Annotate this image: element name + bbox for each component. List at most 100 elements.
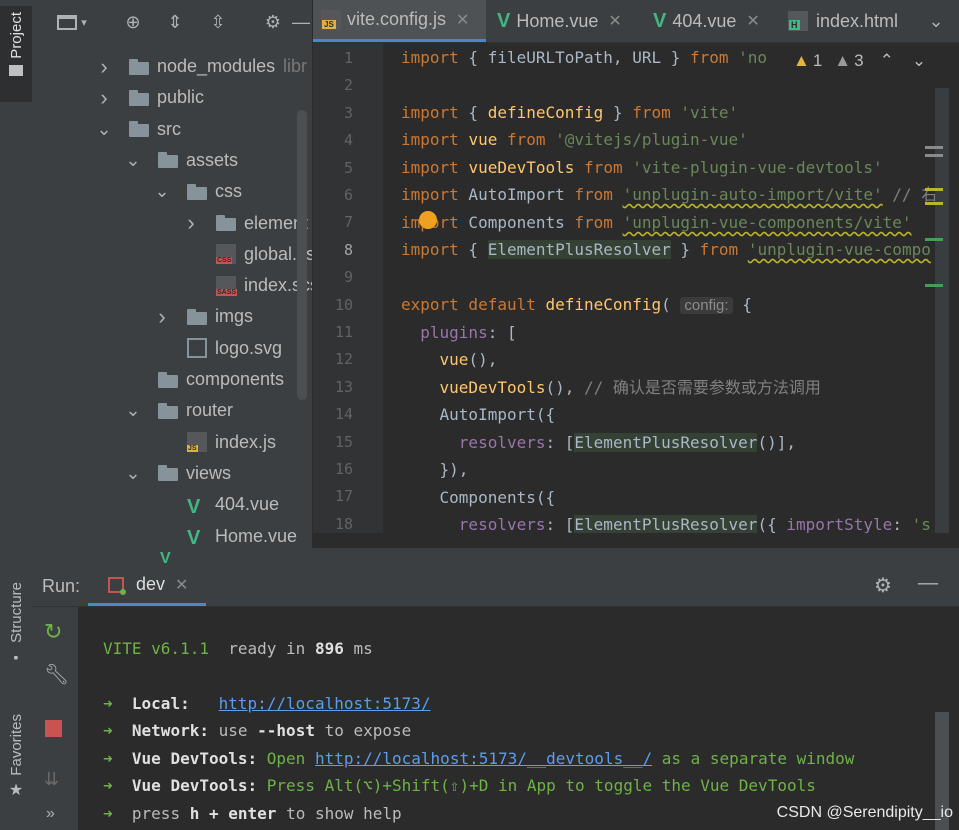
close-icon[interactable]: ✕ bbox=[175, 575, 188, 595]
tree-row-label: src bbox=[157, 118, 181, 139]
error-stripe-mark[interactable] bbox=[925, 188, 943, 191]
project-toolbar: ▾ ⊕ ⇕ ⇳ ⚙ — bbox=[32, 0, 312, 47]
js-file-icon: JS bbox=[321, 9, 341, 30]
wrench-icon[interactable]: 🔧︎ bbox=[44, 662, 69, 687]
panel-splitter[interactable]: V bbox=[32, 548, 959, 567]
tree-row-components[interactable]: components bbox=[32, 364, 312, 395]
more-icon[interactable]: » bbox=[46, 805, 55, 823]
code-line-16: }), bbox=[401, 460, 469, 479]
run-console[interactable]: VITE v6.1.1 ready in 896 ms ➜ Local: htt… bbox=[78, 607, 959, 830]
code-line-15: resolvers: [ElementPlusResolver()], bbox=[458, 433, 796, 452]
view-selector-button[interactable]: ▾ bbox=[50, 9, 94, 35]
tree-row-imgs[interactable]: › imgs bbox=[32, 301, 312, 332]
project-tool-tab[interactable]: Project bbox=[0, 6, 32, 102]
error-stripe-mark[interactable] bbox=[925, 146, 943, 149]
change-stripe-mark[interactable] bbox=[925, 238, 943, 241]
code-line-14: AutoImport({ bbox=[401, 405, 556, 424]
chevron-down-icon[interactable]: ⌄ bbox=[125, 150, 141, 170]
vue-icon: V bbox=[187, 527, 201, 548]
settings-button[interactable]: ⚙ bbox=[260, 9, 286, 35]
structure-icon: ▪ bbox=[13, 648, 19, 665]
expand-all-button[interactable]: ⇕ bbox=[162, 9, 188, 35]
tree-row-home-vue[interactable]: V Home.vue bbox=[32, 521, 312, 549]
folder-icon bbox=[187, 308, 207, 325]
folder-icon bbox=[158, 152, 178, 169]
code-line-7: import Components from 'unplugin-vue-com… bbox=[401, 213, 912, 232]
tab-home-vue[interactable]: V Home.vue ✕ bbox=[497, 0, 622, 42]
inspection-widget[interactable]: ▲ 1 ▲ 3 ⌃ ⌄ bbox=[793, 51, 926, 71]
chevron-down-icon[interactable]: ⌄ bbox=[96, 119, 112, 139]
line-number: 18 bbox=[334, 514, 353, 533]
param-hint: config: bbox=[680, 297, 733, 314]
tree-row-index-js[interactable]: JS index.js bbox=[32, 427, 312, 458]
structure-tool-tab[interactable]: Structure ▪ bbox=[0, 582, 32, 688]
lightbulb-icon[interactable] bbox=[419, 211, 437, 229]
gear-icon[interactable]: ⚙ bbox=[874, 573, 892, 598]
code-line-1: import { fileURLToPath, URL } from 'no bbox=[401, 48, 768, 67]
gear-icon: ⚙ bbox=[264, 11, 282, 32]
hide-panel-button[interactable]: — bbox=[288, 9, 314, 35]
minimize-icon[interactable]: — bbox=[918, 572, 938, 595]
run-config-name: dev bbox=[136, 574, 166, 594]
rerun-icon[interactable]: ↻ bbox=[44, 619, 62, 645]
folder-icon bbox=[129, 58, 149, 75]
stop-icon[interactable] bbox=[45, 720, 62, 737]
tabs-overflow-button[interactable]: ⌄ bbox=[913, 0, 959, 42]
change-stripe-mark[interactable] bbox=[925, 284, 943, 287]
tree-row-src[interactable]: ⌄ src bbox=[32, 114, 312, 145]
folder-icon bbox=[158, 371, 178, 388]
tree-row-css[interactable]: ⌄ css bbox=[32, 176, 312, 207]
tree-row-logo-svg[interactable]: logo.svg bbox=[32, 333, 312, 364]
console-line-devtools-press: ➜ Vue DevTools: Press Alt(⌥)+Shift(⇧)+D … bbox=[103, 776, 816, 795]
local-url-link[interactable]: http://localhost:5173/ bbox=[219, 694, 431, 713]
tab-404-vue[interactable]: V 404.vue ✕ bbox=[653, 0, 760, 42]
chevron-right-icon[interactable]: › bbox=[183, 210, 199, 235]
scroll-to-end-icon[interactable]: ⇊ bbox=[44, 769, 59, 790]
line-number: 12 bbox=[334, 350, 353, 369]
next-highlight-icon[interactable]: ⌄ bbox=[912, 51, 926, 71]
chevron-down-icon[interactable]: ⌄ bbox=[125, 400, 141, 420]
folder-icon bbox=[158, 465, 178, 482]
editor-scrollbar[interactable] bbox=[925, 88, 949, 533]
code-line-12: vue(), bbox=[439, 350, 498, 369]
line-number: 6 bbox=[343, 186, 353, 204]
console-line-local: ➜ Local: http://localhost:5173/ bbox=[103, 694, 431, 713]
favorites-tab-label: Favorites bbox=[7, 714, 25, 776]
close-icon[interactable]: ✕ bbox=[608, 11, 621, 31]
previous-highlight-icon[interactable]: ⌃ bbox=[880, 51, 894, 71]
tree-row-router[interactable]: ⌄ router bbox=[32, 395, 312, 426]
tree-row-assets[interactable]: ⌄ assets bbox=[32, 145, 312, 176]
close-icon[interactable]: ✕ bbox=[456, 10, 469, 30]
chevron-right-icon[interactable]: › bbox=[96, 85, 112, 110]
line-number: 5 bbox=[343, 158, 353, 177]
chevron-down-icon[interactable]: ⌄ bbox=[125, 463, 141, 483]
tree-scrollbar[interactable] bbox=[297, 110, 307, 400]
locate-file-button[interactable]: ⊕ bbox=[120, 9, 146, 35]
chevron-down-icon[interactable]: ⌄ bbox=[154, 181, 170, 201]
error-stripe-mark[interactable] bbox=[925, 154, 943, 157]
tree-row-global-cs[interactable]: CSS global.cs bbox=[32, 239, 312, 270]
tree-row-element[interactable]: › element bbox=[32, 208, 312, 239]
tab-dev[interactable]: dev ✕ bbox=[88, 566, 206, 606]
close-icon[interactable]: ✕ bbox=[746, 11, 759, 31]
run-label: Run: bbox=[42, 576, 81, 596]
tree-row-public[interactable]: › public bbox=[32, 82, 312, 113]
chevron-right-icon[interactable]: › bbox=[154, 304, 170, 329]
tree-row-index-scs[interactable]: SASS index.scs bbox=[32, 270, 312, 301]
code-line-18: resolvers: [ElementPlusResolver({ import… bbox=[458, 515, 931, 533]
tab-vite-config[interactable]: JS vite.config.js ✕ bbox=[313, 0, 486, 42]
tree-row-node-modules[interactable]: › node_modules libr bbox=[32, 51, 312, 82]
html-file-icon: H bbox=[788, 11, 808, 31]
chevron-right-icon[interactable]: › bbox=[96, 54, 112, 79]
line-number: 3 bbox=[343, 103, 353, 122]
tree-row-views[interactable]: ⌄ views bbox=[32, 458, 312, 489]
code-editor[interactable]: import { fileURLToPath, URL } from 'no i… bbox=[383, 43, 949, 533]
tree-row-404-vue[interactable]: V 404.vue bbox=[32, 489, 312, 520]
devtools-url-link[interactable]: http://localhost:5173/__devtools__/ bbox=[315, 749, 652, 768]
favorites-tool-tab[interactable]: Favorites ★ bbox=[0, 714, 32, 824]
collapse-all-button[interactable]: ⇳ bbox=[205, 9, 231, 35]
tab-label: index.html bbox=[816, 10, 899, 31]
tab-index-html[interactable]: H index.html bbox=[788, 0, 898, 42]
sass-file-icon: SASS bbox=[216, 275, 238, 296]
error-stripe-mark[interactable] bbox=[925, 202, 943, 205]
